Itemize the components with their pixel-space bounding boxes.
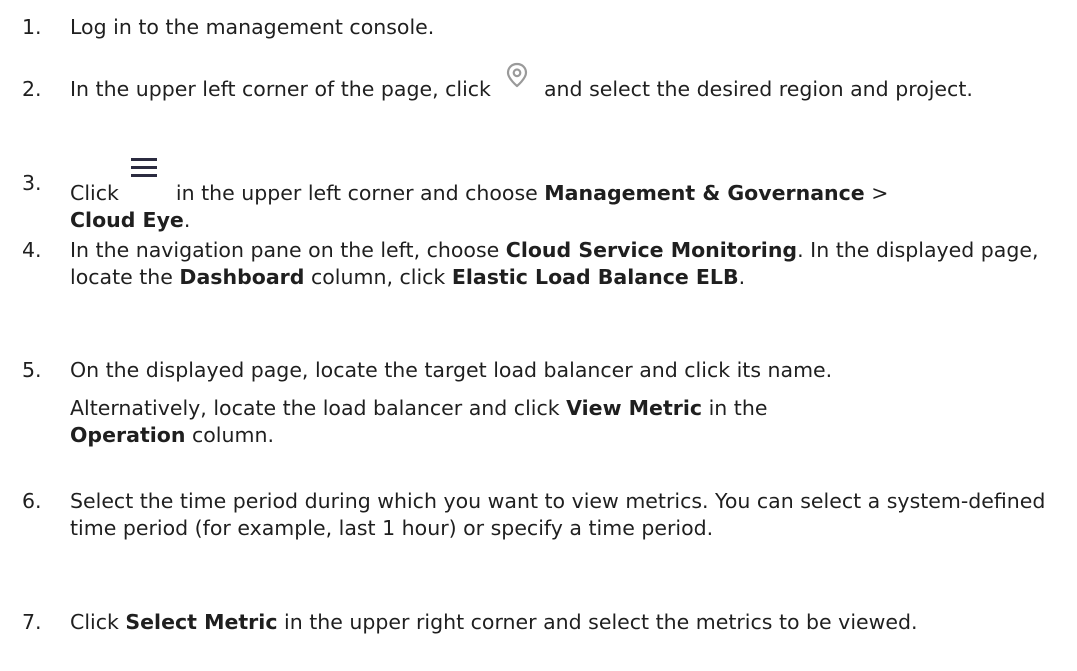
step-number: 6. xyxy=(22,489,42,513)
step-text: Click Select Metric in the upper right c… xyxy=(70,609,1070,636)
text-segment: > xyxy=(871,181,889,205)
ui-term: Cloud Eye xyxy=(70,208,184,232)
text-segment: Click xyxy=(70,181,119,205)
text-segment: in the upper right corner and select the… xyxy=(284,610,918,634)
ui-term: Dashboard xyxy=(179,265,305,289)
step-body: Click Select Metric in the upper right c… xyxy=(70,609,1070,636)
text-segment: . xyxy=(738,265,746,289)
step-number: 5. xyxy=(22,358,42,382)
step-text: Log in to the management console. xyxy=(70,15,435,39)
ui-term: Management & Governance xyxy=(544,181,865,205)
text-segment: column. xyxy=(191,423,274,447)
step-number: 2. xyxy=(22,77,42,101)
step-text: On the displayed page, locate the target… xyxy=(70,358,833,382)
ui-term: View Metric xyxy=(566,396,703,420)
text-segment: Click xyxy=(70,610,119,634)
step-number: 4. xyxy=(22,238,42,262)
text-segment: In the upper left corner of the page, cl… xyxy=(70,77,491,101)
step-body: In the upper left corner of the page, cl… xyxy=(70,62,1070,103)
text-segment: and select the desired region and projec… xyxy=(543,77,973,101)
step-number: 1. xyxy=(22,15,42,39)
text-segment: in the upper left corner and choose xyxy=(175,181,538,205)
location-pin-icon xyxy=(497,62,537,100)
ui-term: Cloud Service Monitoring xyxy=(505,238,798,262)
step-body: Select the time period during which you … xyxy=(70,488,1070,542)
step-number: 3. xyxy=(22,171,42,195)
text-segment: column, click xyxy=(310,265,446,289)
text-segment: in the xyxy=(708,396,768,420)
step-subtext: Alternatively, locate the load balancer … xyxy=(70,395,1070,449)
step-text: In the upper left corner of the page, cl… xyxy=(70,62,1070,103)
step-text: In the navigation pane on the left, choo… xyxy=(70,237,1070,291)
ui-term: Select Metric xyxy=(125,610,278,634)
step-text: Click in the upper left corner and choos… xyxy=(70,158,1070,234)
ui-term: Elastic Load Balance ELB xyxy=(451,265,739,289)
step-body: Log in to the management console. xyxy=(70,14,1070,41)
hamburger-menu-icon xyxy=(125,158,163,200)
text-segment: Alternatively, locate the load balancer … xyxy=(70,396,560,420)
step-number: 7. xyxy=(22,610,42,634)
ui-term: Operation xyxy=(70,423,186,447)
text-segment: In the navigation pane on the left, choo… xyxy=(70,238,500,262)
step-body: On the displayed page, locate the target… xyxy=(70,357,1070,449)
step-body: Click in the upper left corner and choos… xyxy=(70,158,1070,234)
text-segment: . xyxy=(183,208,191,232)
step-text: Select the time period during which you … xyxy=(70,489,1046,540)
step-body: In the navigation pane on the left, choo… xyxy=(70,237,1070,291)
